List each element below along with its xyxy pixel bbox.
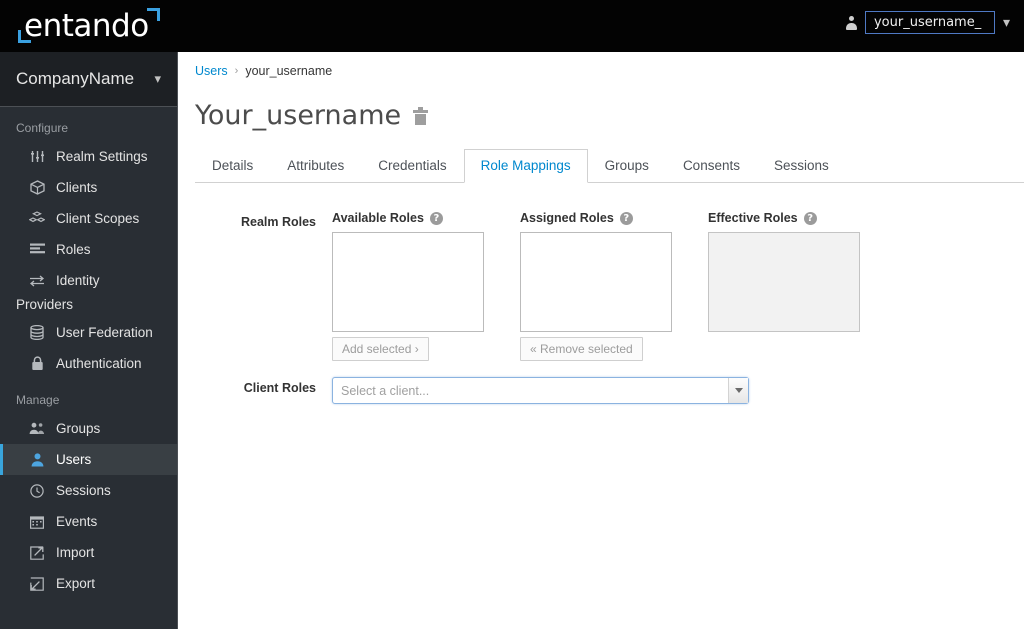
- sidebar-item-label: Client Scopes: [56, 211, 140, 226]
- user-icon: [28, 452, 46, 468]
- cube-icon: [28, 180, 46, 196]
- tab-details[interactable]: Details: [195, 149, 270, 183]
- effective-roles-header: Effective Roles ?: [708, 211, 860, 225]
- available-roles-title: Available Roles: [332, 211, 424, 225]
- sidebar-item-label: Export: [56, 576, 96, 591]
- logo-bracket-bottom-left-icon: [18, 30, 31, 43]
- realm-selector[interactable]: CompanyName ▾: [0, 52, 177, 107]
- client-select-arrow-button[interactable]: [728, 378, 748, 403]
- tab-credentials[interactable]: Credentials: [361, 149, 463, 183]
- lock-icon: [28, 356, 46, 372]
- caret-down-icon: [734, 388, 743, 393]
- tab-bar: Details Attributes Credentials Role Mapp…: [195, 149, 1024, 183]
- realm-name: CompanyName: [16, 69, 135, 88]
- client-roles-label: Client Roles: [243, 381, 316, 395]
- sidebar-item-label: Identity: [56, 273, 100, 288]
- assigned-roles-column: Assigned Roles ? « Remove selected: [520, 211, 672, 361]
- logo-bracket-top-right-icon: [147, 8, 160, 21]
- assigned-roles-listbox[interactable]: [520, 232, 672, 332]
- sliders-icon: [28, 149, 46, 165]
- client-roles-row: Client Roles Select a client...: [195, 377, 1024, 404]
- user-menu[interactable]: your_username_ ▾: [845, 11, 1010, 34]
- sidebar-item-label: User Federation: [56, 325, 153, 340]
- sidebar-item-label: Users: [56, 452, 92, 467]
- tab-attributes[interactable]: Attributes: [270, 149, 361, 183]
- breadcrumb: Users › your_username: [179, 52, 1024, 78]
- cubes-icon: [28, 211, 46, 227]
- sidebar-item-label: Roles: [56, 242, 91, 257]
- help-icon[interactable]: ?: [429, 211, 443, 225]
- remove-selected-button[interactable]: « Remove selected: [520, 337, 643, 361]
- exchange-icon: [28, 273, 46, 289]
- breadcrumb-current: your_username: [245, 64, 333, 78]
- help-icon[interactable]: ?: [619, 211, 633, 225]
- breadcrumb-separator-icon: ›: [234, 65, 239, 77]
- sidebar-section-manage: Manage: [16, 393, 60, 407]
- logo-text: entando: [24, 7, 149, 44]
- calendar-icon: [28, 514, 46, 530]
- client-select[interactable]: Select a client...: [332, 377, 749, 404]
- trash-lid: [413, 109, 429, 113]
- realm-roles-row: Realm Roles Available Roles ? Add select…: [195, 211, 1024, 361]
- trash-body: [415, 113, 427, 125]
- page-title-row: Your_username: [179, 78, 1024, 131]
- sidebar-item-events[interactable]: Events: [0, 506, 177, 537]
- chevron-down-icon[interactable]: ▾: [1003, 16, 1010, 30]
- import-icon: [28, 545, 46, 561]
- tab-groups[interactable]: Groups: [588, 149, 666, 183]
- database-icon: [28, 325, 46, 341]
- add-selected-button[interactable]: Add selected ›: [332, 337, 429, 361]
- sidebar-item-label: Clients: [56, 180, 98, 195]
- sidebar-item-label: Realm Settings: [56, 149, 148, 164]
- sidebar-item-realm-settings[interactable]: Realm Settings: [0, 141, 177, 172]
- effective-roles-listbox: [708, 232, 860, 332]
- sidebar-item-identity-providers[interactable]: Identity: [0, 265, 177, 296]
- tab-sessions[interactable]: Sessions: [757, 149, 846, 183]
- breadcrumb-link-users[interactable]: Users: [195, 64, 228, 78]
- users-icon: [28, 421, 46, 437]
- chevron-down-icon[interactable]: ▾: [154, 71, 161, 87]
- entando-logo[interactable]: entando: [18, 6, 178, 46]
- sidebar-item-label: Authentication: [56, 356, 142, 371]
- sidebar-item-authentication[interactable]: Authentication: [0, 348, 177, 379]
- available-roles-listbox[interactable]: [332, 232, 484, 332]
- sidebar-item-label: Groups: [56, 421, 101, 436]
- sidebar-item-users[interactable]: Users: [0, 444, 177, 475]
- tab-consents[interactable]: Consents: [666, 149, 757, 183]
- sidebar-item-roles[interactable]: Roles: [0, 234, 177, 265]
- sidebar-item-groups[interactable]: Groups: [0, 413, 177, 444]
- help-icon[interactable]: ?: [803, 211, 817, 225]
- available-roles-header: Available Roles ?: [332, 211, 484, 225]
- sidebar-item-user-federation[interactable]: User Federation: [0, 317, 177, 348]
- sidebar-item-label: Sessions: [56, 483, 111, 498]
- assigned-roles-title: Assigned Roles: [520, 211, 614, 225]
- sidebar-section-configure: Configure: [16, 121, 69, 135]
- sidebar-item-clients[interactable]: Clients: [0, 172, 177, 203]
- trash-icon[interactable]: [413, 106, 429, 125]
- username-display[interactable]: your_username_: [864, 11, 995, 34]
- role-mappings-form: Realm Roles Available Roles ? Add select…: [179, 183, 1024, 404]
- sidebar-item-import[interactable]: Import: [0, 537, 177, 568]
- available-roles-column: Available Roles ? Add selected ›: [332, 211, 484, 361]
- sidebar-item-label: Import: [56, 545, 95, 560]
- list-icon: [28, 242, 46, 258]
- page-title: Your_username: [195, 100, 402, 131]
- effective-roles-column: Effective Roles ?: [708, 211, 860, 361]
- client-select-placeholder[interactable]: Select a client...: [333, 378, 728, 403]
- tab-role-mappings[interactable]: Role Mappings: [463, 149, 588, 183]
- realm-roles-label: Realm Roles: [240, 215, 316, 229]
- main-content: Users › your_username Your_username Deta…: [179, 52, 1024, 629]
- sidebar: CompanyName ▾ Configure Realm Settings C…: [0, 52, 178, 629]
- effective-roles-title: Effective Roles: [708, 211, 798, 225]
- top-header-bar: entando your_username_ ▾: [0, 0, 1024, 52]
- sidebar-item-export[interactable]: Export: [0, 568, 177, 599]
- export-icon: [28, 576, 46, 592]
- assigned-roles-header: Assigned Roles ?: [520, 211, 672, 225]
- sidebar-item-sessions[interactable]: Sessions: [0, 475, 177, 506]
- sidebar-item-label: Events: [56, 514, 98, 529]
- sidebar-item-client-scopes[interactable]: Client Scopes: [0, 203, 177, 234]
- clock-icon: [28, 483, 46, 499]
- person-icon: [845, 15, 857, 30]
